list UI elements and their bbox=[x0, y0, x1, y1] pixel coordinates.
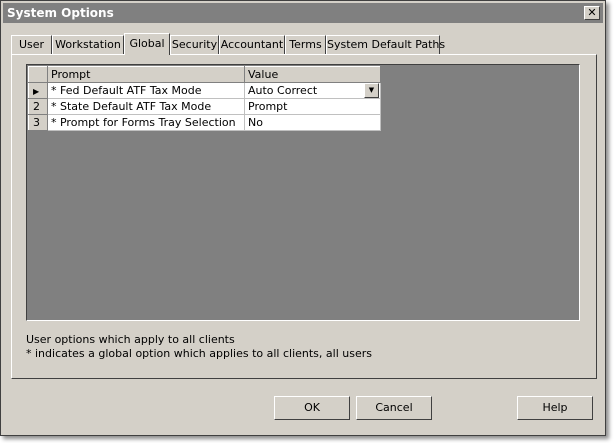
tab-global[interactable]: Global bbox=[124, 33, 170, 55]
value-cell[interactable]: No bbox=[244, 114, 381, 131]
grid-row[interactable]: 3 * Prompt for Forms Tray Selection No bbox=[28, 114, 381, 131]
options-grid: Prompt Value ▶ * Fed Default ATF Tax Mod… bbox=[28, 66, 381, 131]
tab-user[interactable]: User bbox=[11, 35, 52, 54]
help-button[interactable]: Help bbox=[517, 396, 593, 420]
grid-row[interactable]: 2 * State Default ATF Tax Mode Prompt bbox=[28, 98, 381, 115]
value-cell[interactable]: Prompt bbox=[244, 98, 381, 115]
prompt-cell[interactable]: * State Default ATF Tax Mode bbox=[47, 98, 245, 115]
row-number[interactable]: 2 bbox=[28, 98, 48, 115]
column-header-prompt[interactable]: Prompt bbox=[47, 66, 245, 83]
prompt-cell[interactable]: * Prompt for Forms Tray Selection bbox=[47, 114, 245, 131]
tab-system-default-paths[interactable]: System Default Paths bbox=[326, 35, 445, 54]
row-pointer-icon: ▶ bbox=[33, 87, 40, 96]
ok-button[interactable]: OK bbox=[274, 396, 350, 420]
grid-header-row: Prompt Value bbox=[28, 66, 381, 83]
row-number[interactable]: 3 bbox=[28, 114, 48, 131]
value-cell-editing[interactable]: Auto Correct ▼ bbox=[244, 82, 381, 99]
grid-corner-header bbox=[28, 66, 48, 83]
tab-accountant[interactable]: Accountant bbox=[219, 35, 285, 54]
value-text: Auto Correct bbox=[248, 84, 318, 97]
row-indicator-current[interactable]: ▶ bbox=[28, 82, 48, 99]
options-grid-area: Prompt Value ▶ * Fed Default ATF Tax Mod… bbox=[26, 64, 580, 321]
chevron-down-icon[interactable]: ▼ bbox=[364, 83, 379, 98]
grid-row[interactable]: ▶ * Fed Default ATF Tax Mode Auto Correc… bbox=[28, 82, 381, 99]
note-line-1: User options which apply to all clients bbox=[26, 333, 235, 346]
column-header-value[interactable]: Value bbox=[244, 66, 381, 83]
prompt-cell[interactable]: * Fed Default ATF Tax Mode bbox=[47, 82, 245, 99]
tab-terms[interactable]: Terms bbox=[285, 35, 326, 54]
tab-workstation[interactable]: Workstation bbox=[52, 35, 124, 54]
help-notes: User options which apply to all clients … bbox=[26, 333, 372, 361]
cancel-button[interactable]: Cancel bbox=[356, 396, 432, 420]
close-button[interactable]: ✕ bbox=[584, 6, 600, 20]
system-options-dialog: System Options ✕ User Workstation Global… bbox=[0, 0, 606, 436]
tab-security[interactable]: Security bbox=[170, 35, 219, 54]
window-title: System Options bbox=[7, 6, 114, 20]
note-line-2: * indicates a global option which applie… bbox=[26, 347, 372, 360]
title-bar: System Options ✕ bbox=[3, 3, 603, 23]
